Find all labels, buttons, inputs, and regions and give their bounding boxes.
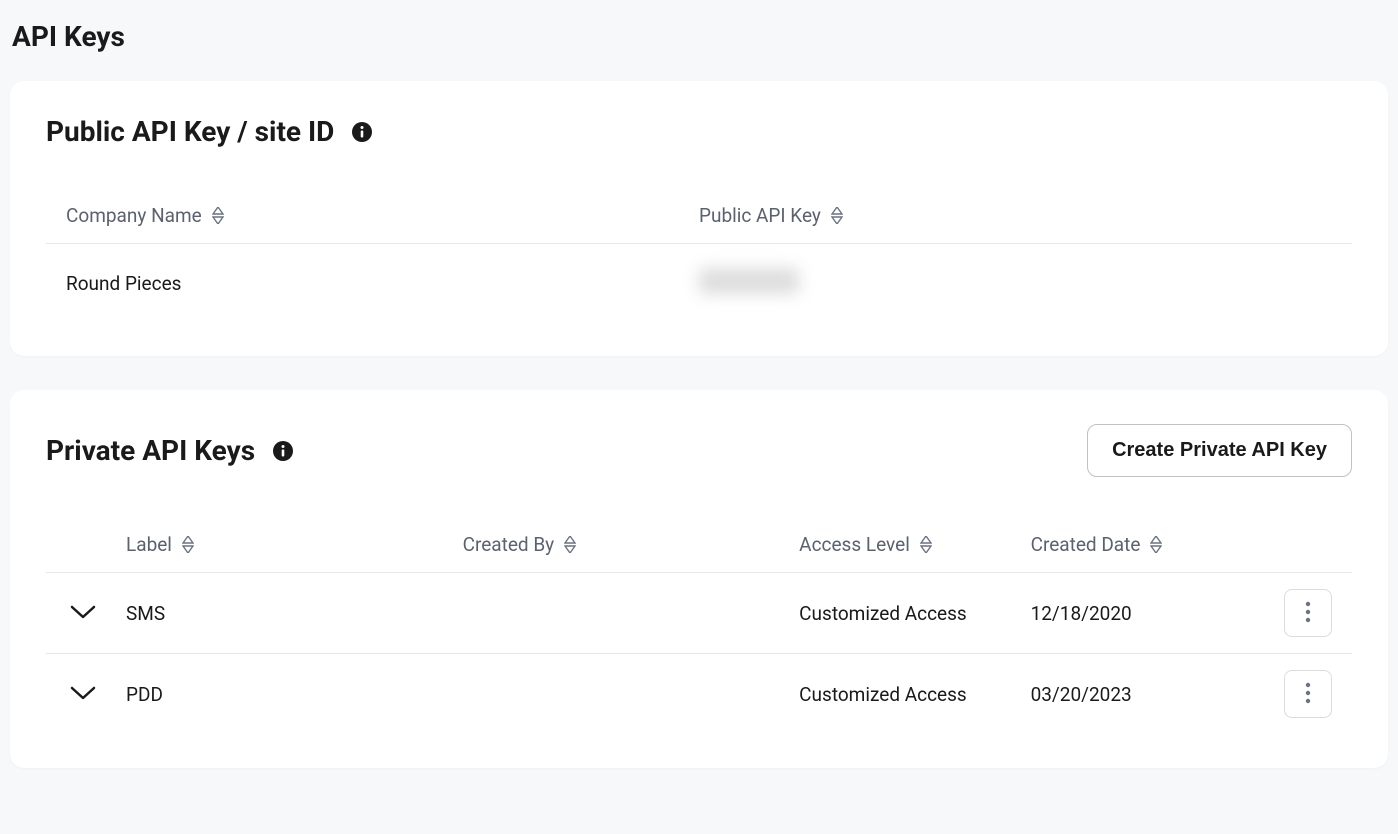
public-api-key-card: Public API Key / site ID Company Name Pu… (10, 81, 1388, 356)
table-row: SMS Customized Access 12/18/2020 (46, 573, 1352, 654)
sort-icon (564, 536, 576, 553)
company-name-cell: Round Pieces (66, 272, 699, 295)
sort-icon (182, 536, 194, 553)
table-row: PDD Customized Access 03/20/2023 (46, 654, 1352, 734)
column-header-public-api-key[interactable]: Public API Key (699, 204, 1332, 227)
private-api-keys-card: Private API Keys Create Private API Key … (10, 390, 1388, 768)
access-level-cell: Customized Access (799, 683, 1030, 706)
column-header-label: Public API Key (699, 204, 821, 227)
column-header-created-date[interactable]: Created Date (1031, 533, 1262, 556)
column-header-label: Company Name (66, 204, 202, 227)
create-private-api-key-button[interactable]: Create Private API Key (1087, 424, 1352, 477)
expand-row-button[interactable] (66, 600, 100, 627)
column-header-access-level[interactable]: Access Level (799, 533, 1030, 556)
public-api-key-cell (699, 268, 1332, 299)
column-header-label[interactable]: Label (126, 533, 463, 556)
table-row: Round Pieces (46, 244, 1352, 322)
label-cell: SMS (126, 602, 463, 625)
sort-icon (1150, 536, 1162, 553)
column-header-text: Label (126, 533, 172, 556)
public-section-title: Public API Key / site ID (46, 115, 334, 148)
row-actions-button[interactable] (1284, 670, 1332, 718)
column-header-company-name[interactable]: Company Name (66, 204, 699, 227)
public-api-key-table: Company Name Public API Key Round Pieces (46, 196, 1352, 322)
expand-row-button[interactable] (66, 681, 100, 708)
more-vertical-icon (1305, 682, 1311, 707)
column-header-created-by[interactable]: Created By (463, 533, 800, 556)
sort-icon (920, 536, 932, 553)
column-header-text: Created By (463, 533, 555, 556)
blurred-api-key (699, 268, 799, 294)
private-api-keys-table: Label Created By Access Level (46, 525, 1352, 734)
column-header-text: Created Date (1031, 533, 1141, 556)
chevron-down-icon (70, 604, 96, 623)
more-vertical-icon (1305, 601, 1311, 626)
info-icon[interactable] (350, 120, 374, 144)
created-date-cell: 12/18/2020 (1031, 602, 1262, 625)
column-header-text: Access Level (799, 533, 910, 556)
private-section-title: Private API Keys (46, 434, 255, 467)
label-cell: PDD (126, 683, 463, 706)
chevron-down-icon (70, 685, 96, 704)
sort-icon (831, 207, 843, 224)
sort-icon (212, 207, 224, 224)
access-level-cell: Customized Access (799, 602, 1030, 625)
created-date-cell: 03/20/2023 (1031, 683, 1262, 706)
row-actions-button[interactable] (1284, 589, 1332, 637)
info-icon[interactable] (271, 439, 295, 463)
page-title: API Keys (10, 20, 1388, 53)
